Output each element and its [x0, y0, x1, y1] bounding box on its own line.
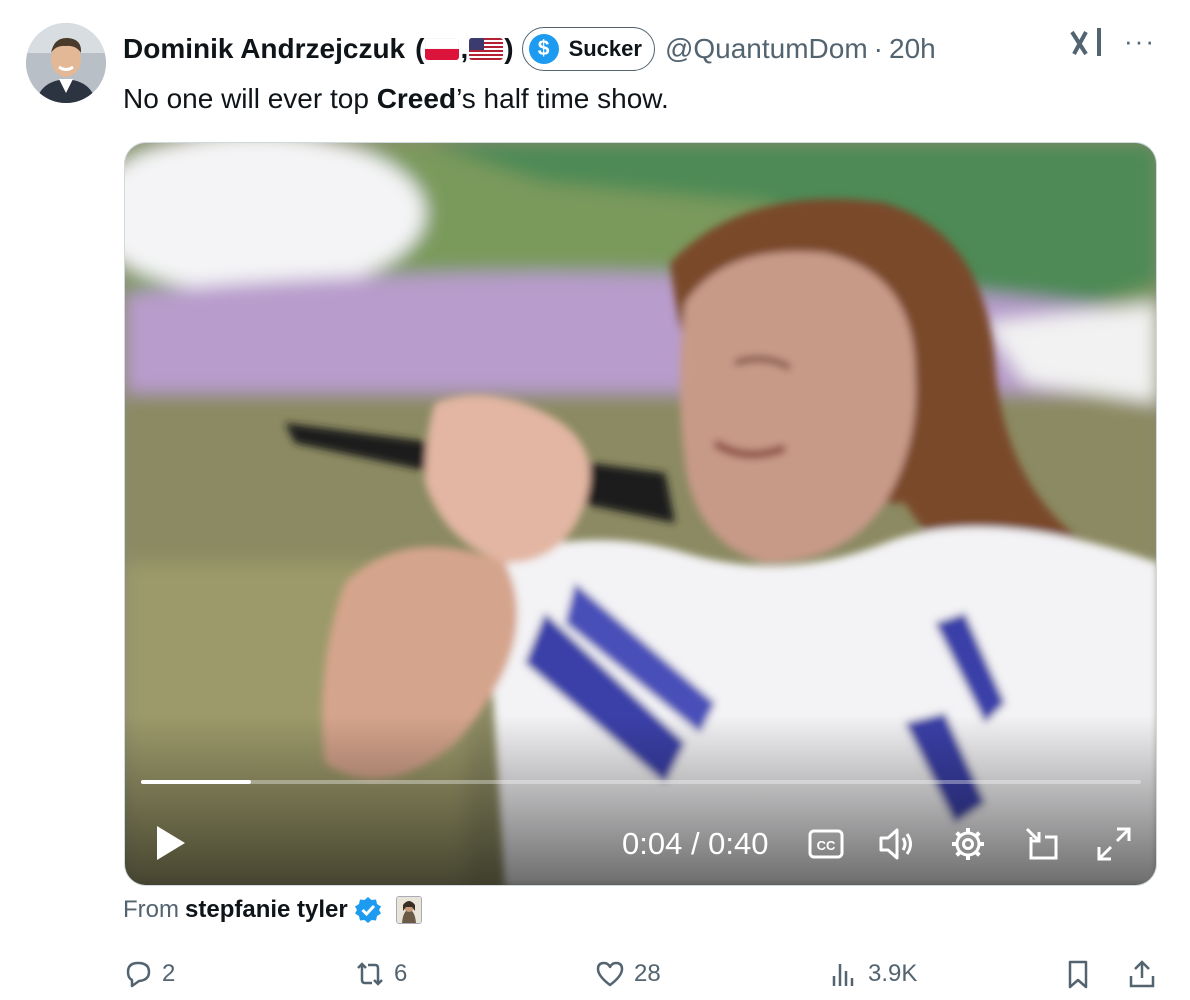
tweet-text-bold: Creed: [376, 83, 457, 114]
like-button[interactable]: 28: [594, 958, 661, 990]
subscription-badge[interactable]: $ Sucker: [521, 27, 655, 71]
fullscreen-icon[interactable]: [1095, 825, 1133, 863]
video-progress-bar[interactable]: [141, 780, 1141, 784]
tweet-timestamp[interactable]: 20h: [889, 33, 936, 65]
repost-button[interactable]: 6: [354, 958, 407, 990]
reply-count: 2: [162, 960, 176, 987]
views-icon: [832, 964, 854, 986]
repost-icon: [357, 962, 383, 986]
source-avatar-icon: [395, 896, 422, 924]
volume-icon[interactable]: [877, 825, 915, 863]
name-comma: ,: [460, 33, 469, 64]
tweet-text-end: ’s half time show.: [456, 83, 669, 114]
share-icon: [1129, 960, 1155, 988]
repost-count: 6: [394, 960, 408, 987]
from-label: From: [123, 896, 179, 923]
like-count: 28: [634, 960, 661, 987]
share-button[interactable]: [1126, 958, 1166, 990]
pip-icon[interactable]: [1023, 825, 1061, 863]
captions-icon[interactable]: CC: [807, 825, 845, 863]
play-icon[interactable]: [153, 823, 189, 863]
poland-flag-icon: [425, 38, 460, 60]
tweet-text: No one will ever top Creed’s half time s…: [123, 80, 669, 118]
name-paren-open: (: [415, 33, 425, 64]
views-button[interactable]: 3.9K: [828, 958, 917, 990]
view-count: 3.9K: [868, 960, 918, 987]
video-player[interactable]: 0:04 / 0:40 CC: [124, 142, 1157, 886]
dollar-icon: $: [528, 34, 559, 64]
source-account-name[interactable]: stepfanie tyler: [185, 896, 348, 924]
heart-icon: [596, 961, 624, 987]
grok-icon[interactable]: [1068, 24, 1104, 62]
bookmark-button[interactable]: [1062, 958, 1102, 990]
tweet-text-start: No one will ever top: [123, 83, 377, 114]
video-attribution: From stepfanie tyler: [123, 896, 422, 924]
usa-flag-icon: [469, 38, 504, 60]
name-paren-close: ): [504, 33, 514, 64]
reply-button[interactable]: 2: [122, 958, 175, 990]
captions-label: CC: [817, 838, 836, 853]
video-progress-fill: [141, 780, 251, 784]
author-avatar[interactable]: [26, 23, 106, 103]
video-time-readout: 0:04 / 0:40: [622, 826, 769, 861]
tweet-header: Dominik Andrzejczuk ( , ) $ Sucker @Quan…: [123, 26, 936, 72]
author-handle[interactable]: @QuantumDom: [665, 33, 868, 65]
settings-icon[interactable]: [949, 825, 987, 863]
verified-badge-icon: [354, 897, 381, 923]
more-options-icon[interactable]: ···: [1124, 28, 1156, 54]
name-flags: ( , ): [407, 33, 513, 65]
bookmark-icon: [1068, 960, 1088, 989]
header-separator: ·: [873, 33, 883, 64]
author-name[interactable]: Dominik Andrzejczuk: [123, 33, 405, 65]
reply-icon: [126, 961, 151, 988]
tweet-actions: 2 6 28 3.9K: [0, 952, 1190, 1000]
badge-label: Sucker: [568, 36, 642, 61]
